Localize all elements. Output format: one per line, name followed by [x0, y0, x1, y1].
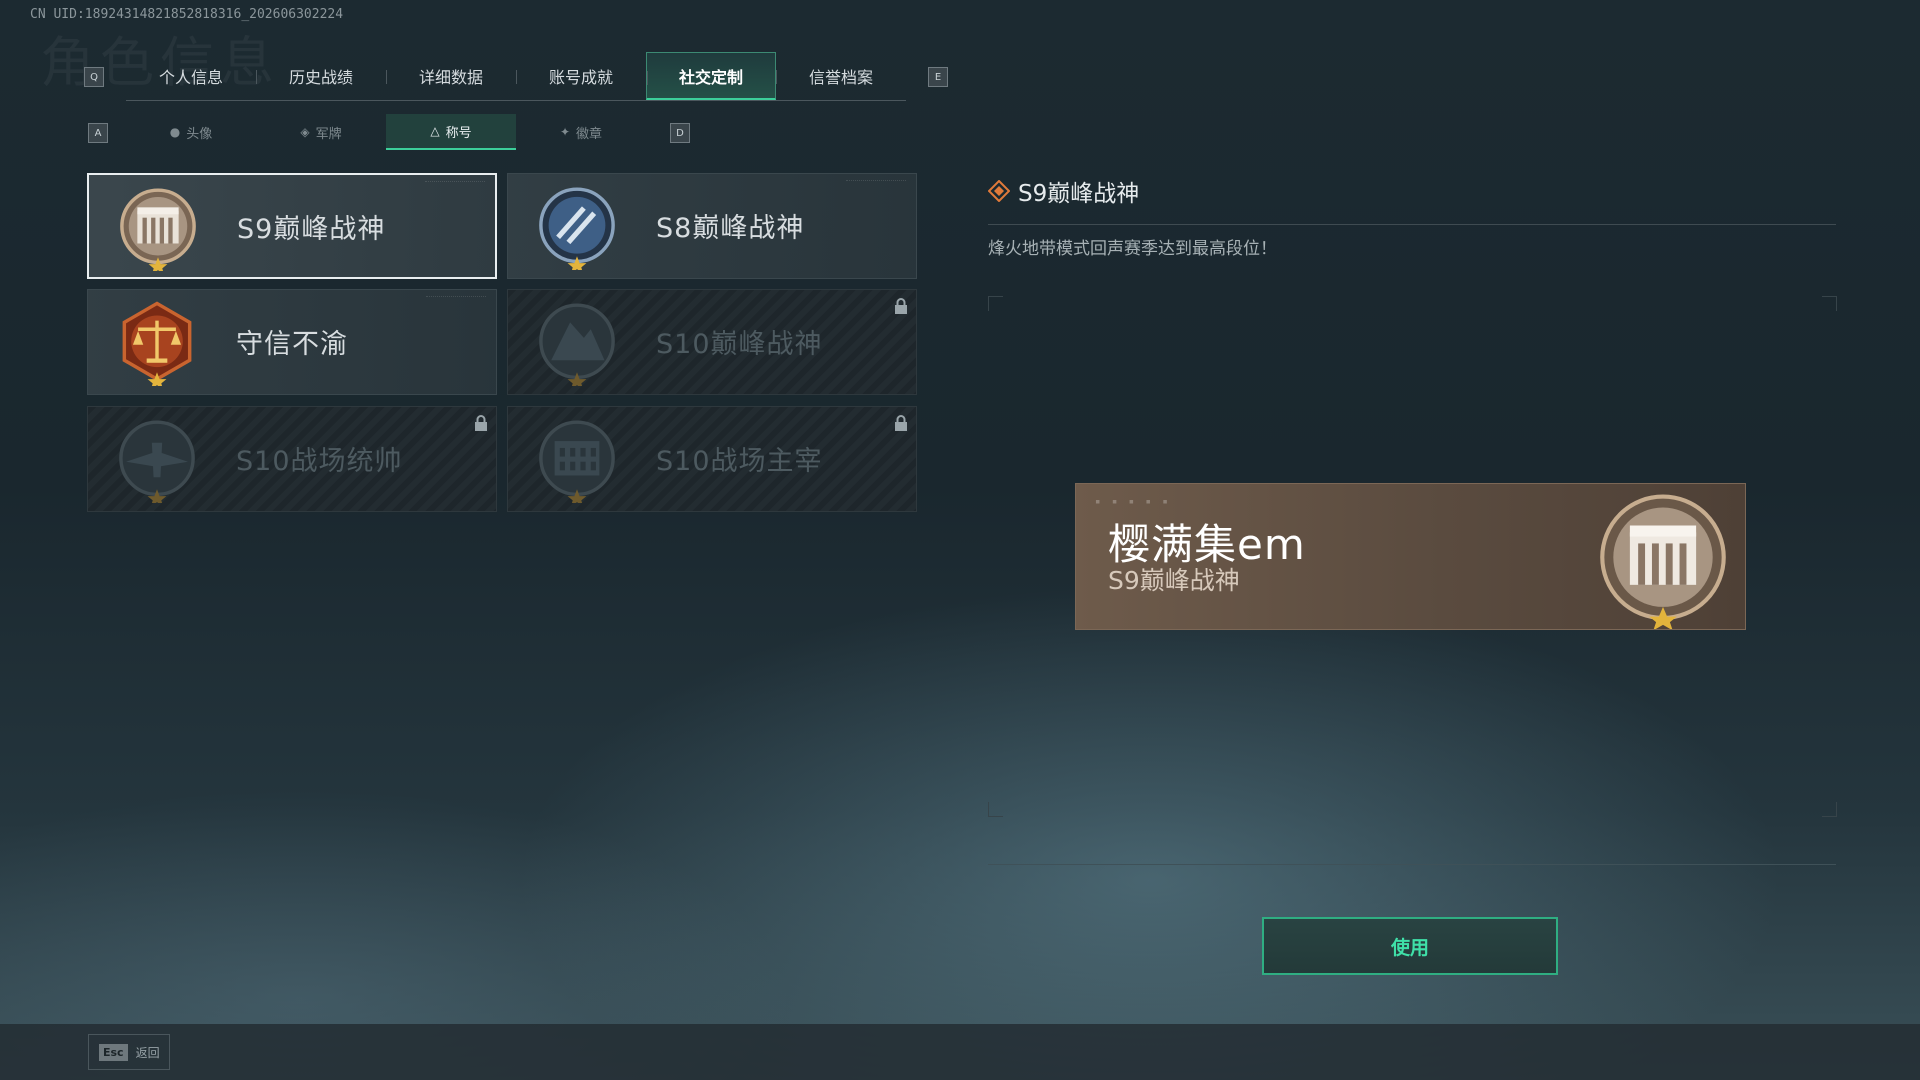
tab-achievements[interactable]: 账号成就	[516, 52, 646, 100]
colosseum-badge-icon	[539, 420, 615, 503]
title-card-label: S10战场主宰	[656, 446, 823, 477]
detail-header: S9巅峰战神	[988, 174, 1139, 208]
title-card-s10-peak[interactable]: S10巅峰战神	[507, 289, 917, 395]
subtab-title[interactable]: △ 称号	[386, 114, 516, 150]
fortress-badge-icon	[1600, 494, 1726, 629]
card-decoration	[846, 180, 906, 185]
panel-corner	[988, 296, 1003, 311]
preview-title: S9巅峰战神	[1108, 566, 1240, 595]
use-button[interactable]: 使用	[1262, 917, 1558, 975]
back-label: 返回	[135, 1045, 160, 1060]
detail-title: S9巅峰战神	[1018, 181, 1140, 207]
preview-decoration: ▪ ▪ ▪ ▪ ▪	[1095, 497, 1171, 507]
title-card-s8-peak[interactable]: S8巅峰战神	[507, 173, 917, 279]
panel-corner	[988, 802, 1003, 817]
tab-credit-record[interactable]: 信誉档案	[776, 52, 906, 100]
scales-badge-icon	[122, 301, 192, 386]
title-card-label: S10巅峰战神	[656, 329, 823, 360]
subtab-dogtag[interactable]: ◈ 军牌	[256, 114, 386, 150]
footer-bar	[0, 1024, 1920, 1080]
title-card-label: S10战场统帅	[236, 446, 403, 477]
diamond-icon	[988, 180, 1010, 202]
lock-icon	[895, 298, 907, 314]
bottom-divider	[988, 864, 1836, 865]
top-tabs-row: 个人信息 历史战绩 详细数据 账号成就 社交定制 信誉档案	[126, 52, 906, 101]
subtab-avatar-label: 头像	[186, 126, 213, 142]
fortress-badge-icon	[120, 188, 196, 271]
triangle-icon: △	[430, 124, 440, 138]
wings-icon: ✦	[559, 125, 571, 139]
subtab-badge-label: 徽章	[576, 126, 603, 142]
title-card-label: 守信不渝	[236, 329, 348, 360]
person-icon: ●	[169, 125, 181, 139]
title-card-s10-dominator[interactable]: S10战场主宰	[507, 406, 917, 512]
title-card-label: S8巅峰战神	[656, 213, 805, 244]
key-hint-q: Q	[84, 67, 104, 87]
blue-stripe-badge-icon	[539, 187, 615, 270]
subtab-title-label: 称号	[445, 125, 472, 141]
detail-description: 烽火地带模式回声赛季达到最高段位！	[988, 239, 1277, 259]
subtab-avatar[interactable]: ● 头像	[126, 114, 256, 150]
title-card-s9-peak[interactable]: S9巅峰战神	[87, 173, 497, 279]
top-tab-bar: Q 个人信息 历史战绩 详细数据 账号成就 社交定制 信誉档案 E	[84, 52, 948, 101]
mountain-badge-icon	[539, 303, 615, 386]
nameplate-preview: ▪ ▪ ▪ ▪ ▪ 樱满集em S9巅峰战神	[1075, 483, 1746, 630]
sub-tabs-row: ● 头像 ◈ 军牌 △ 称号 ✦ 徽章	[126, 114, 646, 150]
card-decoration	[426, 296, 486, 301]
aircraft-badge-icon	[119, 420, 195, 503]
detail-divider	[988, 224, 1836, 225]
key-hint-d: D	[670, 123, 690, 143]
key-hint-a: A	[88, 123, 108, 143]
tab-social-custom[interactable]: 社交定制	[646, 52, 776, 100]
lock-icon	[475, 415, 487, 431]
tab-personal-info[interactable]: 个人信息	[126, 52, 256, 100]
tab-detailed-data[interactable]: 详细数据	[386, 52, 516, 100]
subtab-dogtag-label: 军牌	[315, 126, 342, 142]
title-card-s10-commander[interactable]: S10战场统帅	[87, 406, 497, 512]
esc-key-hint: Esc	[99, 1043, 128, 1061]
title-card-label: S9巅峰战神	[237, 214, 386, 245]
tab-history[interactable]: 历史战绩	[256, 52, 386, 100]
card-decoration	[425, 181, 485, 186]
key-hint-e: E	[928, 67, 948, 87]
panel-corner	[1822, 802, 1837, 817]
title-card-keep-faith[interactable]: 守信不渝	[87, 289, 497, 395]
lock-icon	[895, 415, 907, 431]
subtab-badge[interactable]: ✦ 徽章	[516, 114, 646, 150]
dogtag-icon: ◈	[300, 125, 310, 139]
panel-corner	[1822, 296, 1837, 311]
back-button[interactable]: Esc 返回	[88, 1034, 170, 1070]
